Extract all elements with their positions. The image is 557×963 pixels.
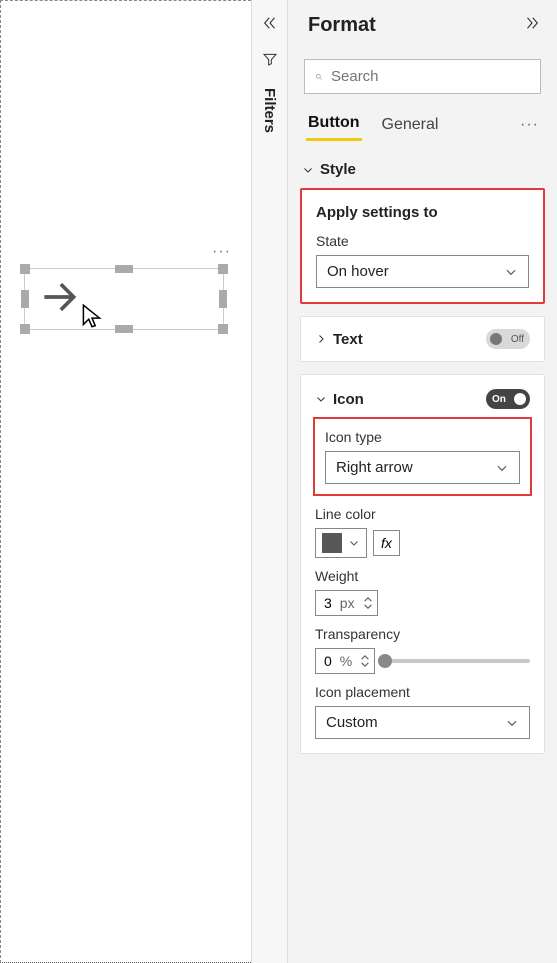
tab-button[interactable]: Button: [306, 108, 362, 141]
icon-toggle[interactable]: On: [486, 389, 530, 409]
fx-button[interactable]: fx: [373, 530, 400, 556]
weight-value: 3: [324, 595, 332, 611]
icon-type-block: Icon type Right arrow: [313, 417, 532, 496]
style-section-header[interactable]: Style: [300, 149, 545, 188]
icon-placement-label: Icon placement: [315, 684, 530, 700]
weight-unit: px: [340, 595, 355, 611]
weight-spinner[interactable]: 3 px: [315, 590, 378, 616]
search-input[interactable]: [304, 59, 541, 94]
step-down-icon[interactable]: [363, 603, 373, 610]
resize-handle[interactable]: [218, 264, 228, 274]
transparency-unit: %: [340, 653, 352, 669]
color-swatch: [322, 533, 342, 553]
step-up-icon[interactable]: [363, 596, 373, 603]
text-section[interactable]: Text Off: [300, 316, 545, 362]
line-color-label: Line color: [315, 506, 530, 522]
chevron-down-icon: [302, 164, 314, 176]
filter-icon[interactable]: [262, 51, 278, 72]
transparency-spinner[interactable]: 0 %: [315, 648, 375, 674]
icon-section: Icon On Icon type Right arrow Line color: [300, 374, 545, 754]
icon-placement-select[interactable]: Custom: [315, 706, 530, 739]
tab-general[interactable]: General: [380, 110, 441, 140]
expand-right-icon[interactable]: [523, 14, 541, 37]
chevron-down-icon: [505, 716, 519, 730]
more-options-icon[interactable]: ···: [520, 116, 539, 134]
resize-handle[interactable]: [218, 324, 228, 334]
icon-label: Icon: [333, 391, 364, 408]
apply-settings-card: Apply settings to State On hover: [300, 188, 545, 304]
text-label: Text: [333, 331, 363, 348]
icon-type-select[interactable]: Right arrow: [325, 451, 520, 484]
visual-options-icon[interactable]: ···: [212, 243, 231, 261]
style-label: Style: [320, 161, 356, 178]
resize-handle[interactable]: [115, 325, 133, 333]
resize-handle[interactable]: [21, 290, 29, 308]
icon-placement-value: Custom: [326, 714, 378, 731]
button-visual[interactable]: [24, 268, 224, 330]
apply-settings-title: Apply settings to: [316, 204, 529, 221]
icon-section-header[interactable]: Icon On: [315, 389, 530, 419]
filters-label[interactable]: Filters: [261, 88, 278, 133]
resize-handle[interactable]: [20, 324, 30, 334]
pane-title: Format: [308, 14, 376, 37]
resize-handle[interactable]: [115, 265, 133, 273]
transparency-value: 0: [324, 653, 332, 669]
transparency-slider[interactable]: [385, 659, 530, 663]
chevron-down-icon: [315, 393, 327, 405]
icon-type-value: Right arrow: [336, 459, 413, 476]
chevron-down-icon: [504, 265, 518, 279]
transparency-label: Transparency: [315, 626, 530, 642]
state-select[interactable]: On hover: [316, 255, 529, 288]
cursor-icon: [81, 303, 103, 336]
search-icon: [315, 69, 323, 85]
state-label: State: [316, 233, 529, 249]
slider-thumb[interactable]: [378, 654, 392, 668]
text-toggle[interactable]: Off: [486, 329, 530, 349]
chevron-down-icon: [495, 461, 509, 475]
format-tabs: Button General ···: [300, 108, 545, 149]
step-down-icon[interactable]: [360, 661, 370, 668]
weight-label: Weight: [315, 568, 530, 584]
step-up-icon[interactable]: [360, 654, 370, 661]
search-field[interactable]: [331, 68, 530, 85]
resize-handle[interactable]: [219, 290, 227, 308]
collapse-left-icon[interactable]: [261, 14, 279, 37]
right-arrow-icon: [37, 275, 81, 324]
chevron-right-icon: [315, 333, 327, 345]
chevron-down-icon: [348, 537, 360, 549]
resize-handle[interactable]: [20, 264, 30, 274]
format-pane: Format Button General ··· Style Apply se…: [287, 0, 557, 963]
filters-pane-collapsed: Filters: [251, 0, 287, 963]
icon-type-label: Icon type: [325, 429, 520, 445]
state-value: On hover: [327, 263, 389, 280]
report-canvas[interactable]: ···: [0, 0, 251, 963]
line-color-picker[interactable]: [315, 528, 367, 558]
